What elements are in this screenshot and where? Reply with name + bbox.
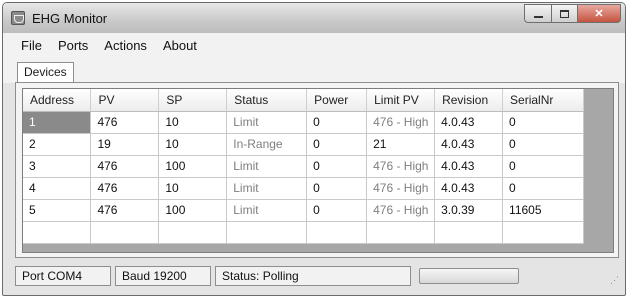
table-row[interactable]: 4 476 10 Limit 0 476 - High 4.0.43 0 <box>23 177 584 200</box>
table-cell[interactable]: Limit <box>226 177 308 200</box>
column-header[interactable]: SP <box>158 89 228 112</box>
devices-panel: Address PV SP Status Power Limit PV Revision Se… <box>15 82 619 258</box>
table-cell[interactable] <box>90 221 160 244</box>
table-cell[interactable]: Limit <box>226 199 308 222</box>
new-row[interactable] <box>23 221 584 244</box>
table-cell[interactable]: 0 <box>306 199 368 222</box>
table-cell[interactable]: 476 <box>90 155 160 178</box>
maximize-icon <box>560 9 569 18</box>
table-cell[interactable]: 3 <box>23 155 92 178</box>
table-cell[interactable]: 476 <box>90 177 160 200</box>
baud-status: Baud 19200 <box>115 266 211 286</box>
table-cell[interactable]: 21 <box>366 133 436 156</box>
table-cell[interactable]: 0 <box>306 155 368 178</box>
close-icon: ✕ <box>594 8 604 20</box>
table-cell[interactable]: 10 <box>158 177 228 200</box>
table-cell[interactable]: Limit <box>226 111 308 134</box>
table-cell[interactable]: 11605 <box>502 199 584 222</box>
column-header[interactable]: SerialNr <box>502 89 584 112</box>
minimize-button[interactable] <box>524 4 551 23</box>
table-cell[interactable]: 10 <box>158 133 228 156</box>
menu-actions[interactable]: Actions <box>96 38 155 53</box>
table-cell[interactable] <box>226 221 308 244</box>
table-cell[interactable]: 476 <box>90 111 160 134</box>
table-cell[interactable]: 4 <box>23 177 92 200</box>
table-cell[interactable]: Limit <box>226 155 308 178</box>
table-header-row: Address PV SP Status Power Limit PV Revision Se… <box>23 89 584 112</box>
devices-table: Address PV SP Status Power Limit PV Revision Se… <box>23 89 584 244</box>
table-row[interactable]: 3 476 100 Limit 0 476 - High 4.0.43 0 <box>23 155 584 178</box>
column-header[interactable]: Limit PV <box>366 89 436 112</box>
table-cell[interactable]: 0 <box>306 133 368 156</box>
table-cell[interactable] <box>366 221 436 244</box>
table-cell[interactable] <box>23 221 92 244</box>
table-cell[interactable]: 4.0.43 <box>434 111 504 134</box>
table-cell[interactable]: 10 <box>158 111 228 134</box>
window-title: EHG Monitor <box>32 11 108 26</box>
table-cell[interactable]: 4.0.43 <box>434 155 504 178</box>
table-cell[interactable]: 476 - High <box>366 177 436 200</box>
table-cell[interactable]: 2 <box>23 133 92 156</box>
status-bar: Port COM4 Baud 19200 Status: Polling ⋰ <box>15 265 619 287</box>
table-cell[interactable]: 0 <box>502 111 584 134</box>
table-cell[interactable]: 100 <box>158 199 228 222</box>
table-cell[interactable]: 100 <box>158 155 228 178</box>
table-row[interactable]: 1 476 10 Limit 0 476 - High 4.0.43 0 <box>23 111 584 134</box>
table-cell[interactable]: 0 <box>306 111 368 134</box>
tab-strip: Devices <box>3 57 625 83</box>
menu-bar: File Ports Actions About <box>3 33 625 57</box>
table-cell[interactable]: 19 <box>90 133 160 156</box>
table-cell[interactable]: 476 - High <box>366 155 436 178</box>
table-cell[interactable]: 476 <box>90 199 160 222</box>
table-row[interactable]: 5 476 100 Limit 0 476 - High 3.0.39 11605 <box>23 199 584 222</box>
window-controls: ✕ <box>524 4 621 23</box>
table-row[interactable]: 2 19 10 In-Range 0 21 4.0.43 0 <box>23 133 584 156</box>
table-cell[interactable]: 0 <box>306 177 368 200</box>
tab-devices[interactable]: Devices <box>17 62 74 82</box>
table-cell[interactable]: 5 <box>23 199 92 222</box>
minimize-icon <box>533 15 543 18</box>
column-header[interactable]: Revision <box>434 89 504 112</box>
maximize-button[interactable] <box>551 4 577 23</box>
table-cell[interactable] <box>434 221 504 244</box>
table-cell[interactable]: 476 - High <box>366 111 436 134</box>
table-cell[interactable] <box>158 221 228 244</box>
menu-ports[interactable]: Ports <box>50 38 96 53</box>
table-cell[interactable]: 4.0.43 <box>434 133 504 156</box>
table-cell[interactable] <box>502 221 584 244</box>
close-button[interactable]: ✕ <box>577 4 621 23</box>
table-cell[interactable]: 4.0.43 <box>434 177 504 200</box>
title-bar[interactable]: EHG Monitor ✕ <box>3 3 625 33</box>
column-header[interactable]: Status <box>226 89 308 112</box>
table-cell[interactable]: 0 <box>502 133 584 156</box>
menu-file[interactable]: File <box>13 38 50 53</box>
table-cell[interactable]: 3.0.39 <box>434 199 504 222</box>
column-header[interactable]: Address <box>23 89 92 112</box>
column-header[interactable]: PV <box>90 89 160 112</box>
resize-grip-icon[interactable]: ⋰ <box>609 275 619 285</box>
table-cell[interactable]: In-Range <box>226 133 308 156</box>
menu-about[interactable]: About <box>155 38 205 53</box>
table-cell[interactable]: 1 <box>23 111 92 134</box>
column-header[interactable]: Power <box>306 89 368 112</box>
port-status: Port COM4 <box>15 266 111 286</box>
table-cell[interactable]: 476 - High <box>366 199 436 222</box>
table-cell[interactable]: 0 <box>502 177 584 200</box>
monitor-icon <box>11 11 25 25</box>
polling-status: Status: Polling <box>215 266 411 286</box>
table-cell[interactable] <box>306 221 368 244</box>
devices-grid: Address PV SP Status Power Limit PV Revision Se… <box>22 88 614 253</box>
main-window: EHG Monitor ✕ File Ports Actions About D… <box>2 2 626 296</box>
polling-progress-bar <box>419 268 519 284</box>
table-cell[interactable]: 0 <box>502 155 584 178</box>
